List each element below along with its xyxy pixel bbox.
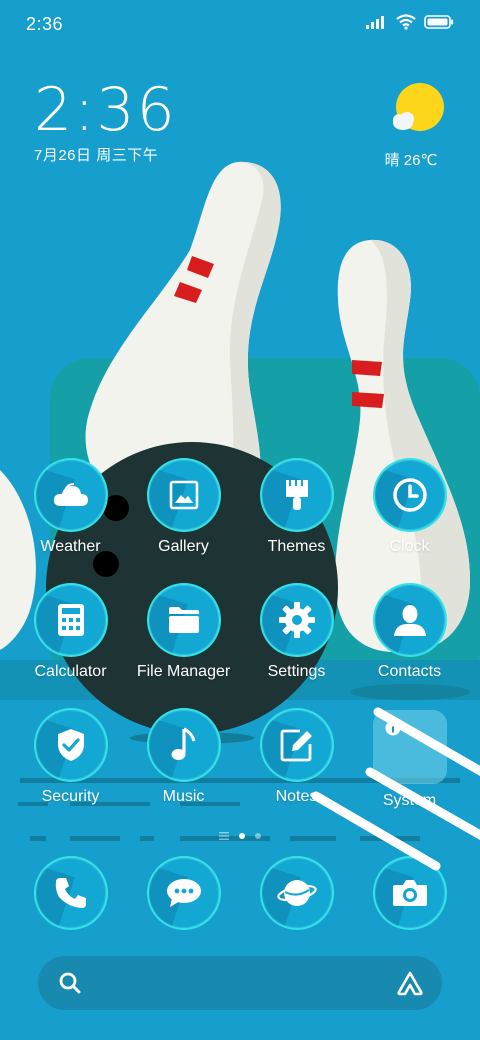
app-settings[interactable]: Settings (240, 585, 353, 710)
app-notes[interactable]: Notes (240, 710, 353, 835)
gear-icon[interactable] (261, 585, 332, 655)
person-icon[interactable] (374, 585, 445, 655)
app-music[interactable]: Music (127, 710, 240, 835)
app-themes[interactable]: Themes (240, 460, 353, 585)
battery-icon (424, 15, 454, 34)
search-icon[interactable] (58, 971, 82, 1000)
app-label-contacts: Contacts (377, 663, 442, 680)
clock-widget-date: 7月26日 周三下午 (34, 147, 159, 164)
signal-icon (366, 15, 388, 34)
clock-widget[interactable]: 2:36 7月26日 周三下午 (34, 78, 177, 165)
dock (14, 858, 466, 928)
phone-icon[interactable] (35, 858, 106, 928)
app-label-settings: Settings (267, 663, 326, 680)
message-icon[interactable] (148, 858, 219, 928)
weather-icon[interactable] (35, 460, 106, 530)
app-list-icon (219, 827, 229, 845)
app-label-security: Security (41, 788, 100, 805)
dock-browser[interactable] (240, 858, 353, 928)
folder-icon[interactable] (372, 710, 447, 784)
wifi-icon (396, 14, 416, 35)
dock-messages[interactable] (127, 858, 240, 928)
camera-icon[interactable] (374, 858, 445, 928)
folder-icon[interactable] (148, 585, 219, 655)
app-system-folder[interactable]: System (353, 710, 466, 835)
app-label-system: System (382, 792, 437, 809)
weather-text: 晴 26℃ (384, 152, 438, 169)
search-bar[interactable] (38, 956, 442, 1010)
assistant-icon[interactable] (396, 970, 424, 1001)
app-grid: Weather Gallery Themes Clock Calculator … (14, 460, 466, 835)
dock-camera[interactable] (353, 858, 466, 928)
music-note-icon[interactable] (148, 710, 219, 780)
home-screen: 2:36 2:36 7月26日 周三下午 晴 26℃ Weather Galle… (0, 0, 480, 1040)
clock-widget-time: 2:36 (34, 75, 177, 145)
app-weather[interactable]: Weather (14, 460, 127, 585)
status-icons (366, 14, 454, 35)
sun-cloud-icon (388, 83, 444, 142)
page-indicator[interactable] (0, 830, 480, 842)
page-dot-1[interactable] (239, 833, 245, 839)
app-security[interactable]: Security (14, 710, 127, 835)
status-time: 2:36 (26, 14, 64, 34)
status-bar: 2:36 (0, 0, 480, 50)
app-calculator[interactable]: Calculator (14, 585, 127, 710)
app-label-music: Music (162, 788, 205, 805)
browser-icon[interactable] (261, 858, 332, 928)
app-label-file-manager: File Manager (136, 663, 231, 680)
weather-widget[interactable]: 晴 26℃ (385, 82, 446, 170)
app-clock[interactable]: Clock (353, 460, 466, 585)
app-label-calculator: Calculator (34, 663, 107, 680)
dock-phone[interactable] (14, 858, 127, 928)
calculator-icon[interactable] (35, 585, 106, 655)
app-contacts[interactable]: Contacts (353, 585, 466, 710)
app-label-weather: Weather (40, 538, 101, 555)
clock-icon[interactable] (374, 460, 445, 530)
app-label-themes: Themes (267, 538, 326, 555)
paintbrush-icon[interactable] (261, 460, 332, 530)
info-badge-icon (385, 720, 401, 741)
app-label-notes: Notes (275, 788, 318, 805)
page-dot-2[interactable] (255, 833, 261, 839)
gallery-icon[interactable] (148, 460, 219, 530)
app-gallery[interactable]: Gallery (127, 460, 240, 585)
app-file-manager[interactable]: File Manager (127, 585, 240, 710)
shield-icon[interactable] (35, 710, 106, 780)
app-label-gallery: Gallery (158, 538, 209, 555)
app-label-clock: Clock (389, 538, 430, 555)
pencil-icon[interactable] (261, 710, 332, 780)
